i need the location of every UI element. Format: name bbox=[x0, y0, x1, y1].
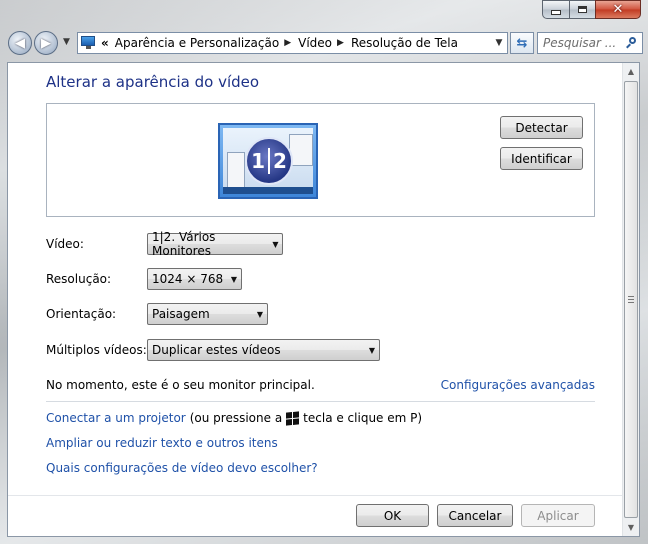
back-arrow-icon: ◀ bbox=[15, 35, 25, 51]
search-placeholder: Pesquisar ... bbox=[543, 36, 617, 50]
breadcrumb-display[interactable]: Vídeo bbox=[298, 36, 332, 50]
recent-pages-dropdown[interactable]: ▼ bbox=[63, 37, 70, 47]
chevron-right-icon[interactable]: ▶ bbox=[284, 38, 291, 48]
chevron-down-icon: ▼ bbox=[230, 274, 238, 284]
chevron-right-icon[interactable]: ▶ bbox=[337, 38, 344, 48]
search-icon[interactable] bbox=[626, 37, 638, 49]
multiple-displays-value: Duplicar estes vídeos bbox=[152, 343, 281, 357]
multiple-displays-label: Múltiplos vídeos: bbox=[46, 343, 147, 357]
multiple-displays-select[interactable]: Duplicar estes vídeos ▼ bbox=[147, 339, 380, 361]
forward-arrow-icon: ▶ bbox=[41, 35, 51, 51]
minimize-icon bbox=[551, 10, 561, 15]
scrollbar-thumb[interactable] bbox=[624, 81, 638, 518]
connect-projector-link[interactable]: Conectar a um projetor bbox=[46, 411, 186, 425]
monitor-number-2: 2 bbox=[273, 149, 287, 173]
text-size-link[interactable]: Ampliar ou reduzir texto e outros itens bbox=[46, 436, 278, 450]
detect-button[interactable]: Detectar bbox=[500, 116, 583, 139]
refresh-icon: ⇆ bbox=[516, 35, 528, 51]
vertical-scrollbar[interactable]: ▲ ▼ bbox=[622, 63, 639, 536]
windows-logo-icon bbox=[286, 410, 300, 426]
chevron-down-icon: ▼ bbox=[272, 239, 279, 249]
monitor-icon[interactable]: 1 2 bbox=[218, 123, 318, 199]
page-title: Alterar a aparência do vídeo bbox=[46, 73, 260, 91]
close-icon: ✕ bbox=[612, 2, 624, 17]
breadcrumb-resolution[interactable]: Resolução de Tela bbox=[351, 36, 458, 50]
breadcrumb-appearance[interactable]: Aparência e Personalização bbox=[115, 36, 279, 50]
scroll-down-icon[interactable]: ▼ bbox=[623, 519, 639, 536]
resolution-select[interactable]: 1024 × 768 ▼ bbox=[147, 268, 242, 290]
resolution-label: Resolução: bbox=[46, 272, 112, 286]
maximize-icon bbox=[578, 6, 587, 13]
navigation-bar: ◀ ▶ ▼ « Aparência e Personalização ▶ Víd… bbox=[6, 28, 643, 58]
close-button[interactable]: ✕ bbox=[595, 0, 641, 19]
monitor-preview-area: 1 2 Detectar Identificar bbox=[46, 103, 595, 217]
apply-button: Aplicar bbox=[521, 504, 595, 527]
display-label: Vídeo: bbox=[46, 237, 84, 251]
ok-button[interactable]: OK bbox=[356, 504, 429, 527]
orientation-value: Paisagem bbox=[152, 307, 210, 321]
orientation-label: Orientação: bbox=[46, 307, 117, 321]
refresh-button[interactable]: ⇆ bbox=[510, 32, 534, 54]
identify-button[interactable]: Identificar bbox=[500, 147, 583, 170]
grip-icon bbox=[628, 296, 634, 303]
projector-hint-pre: (ou pressione a bbox=[189, 411, 283, 425]
chevron-down-icon: ▼ bbox=[256, 309, 264, 319]
back-button[interactable]: ◀ bbox=[8, 31, 32, 55]
display-icon bbox=[81, 36, 97, 50]
search-input[interactable]: Pesquisar ... bbox=[537, 32, 643, 54]
scroll-up-icon[interactable]: ▲ bbox=[623, 63, 639, 80]
chevron-down-icon: ▼ bbox=[368, 345, 376, 355]
display-value: 1|2. Vários Monitores bbox=[152, 230, 216, 258]
address-bar[interactable]: « Aparência e Personalização ▶ Vídeo ▶ R… bbox=[77, 32, 508, 54]
monitor-number-badge: 1 2 bbox=[245, 137, 293, 185]
resolution-value: 1024 × 768 bbox=[152, 272, 224, 286]
projector-line: Conectar a um projetor (ou pressione a t… bbox=[46, 410, 423, 426]
forward-button[interactable]: ▶ bbox=[34, 31, 58, 55]
display-select[interactable]: 1|2. Vários Monitores ▼ bbox=[147, 230, 283, 258]
primary-monitor-status: No momento, este é o seu monitor princip… bbox=[46, 378, 315, 392]
content-panel: Alterar a aparência do vídeo 1 2 Detecta… bbox=[7, 62, 640, 537]
advanced-settings-link[interactable]: Configurações avançadas bbox=[441, 378, 595, 392]
divider bbox=[46, 401, 595, 402]
caption-buttons: ✕ bbox=[542, 0, 641, 19]
footer-divider bbox=[8, 495, 622, 496]
maximize-button[interactable] bbox=[569, 0, 595, 19]
cancel-button[interactable]: Cancelar bbox=[437, 504, 513, 527]
projector-hint-post: tecla e clique em P) bbox=[303, 411, 423, 425]
minimize-button[interactable] bbox=[542, 0, 569, 19]
orientation-select[interactable]: Paisagem ▼ bbox=[147, 303, 268, 325]
display-help-link[interactable]: Quais configurações de vídeo devo escolh… bbox=[46, 461, 318, 475]
address-dropdown-icon[interactable]: ▼ bbox=[491, 38, 507, 48]
monitor-number-1: 1 bbox=[251, 149, 265, 173]
breadcrumb-overflow[interactable]: « bbox=[101, 36, 109, 50]
